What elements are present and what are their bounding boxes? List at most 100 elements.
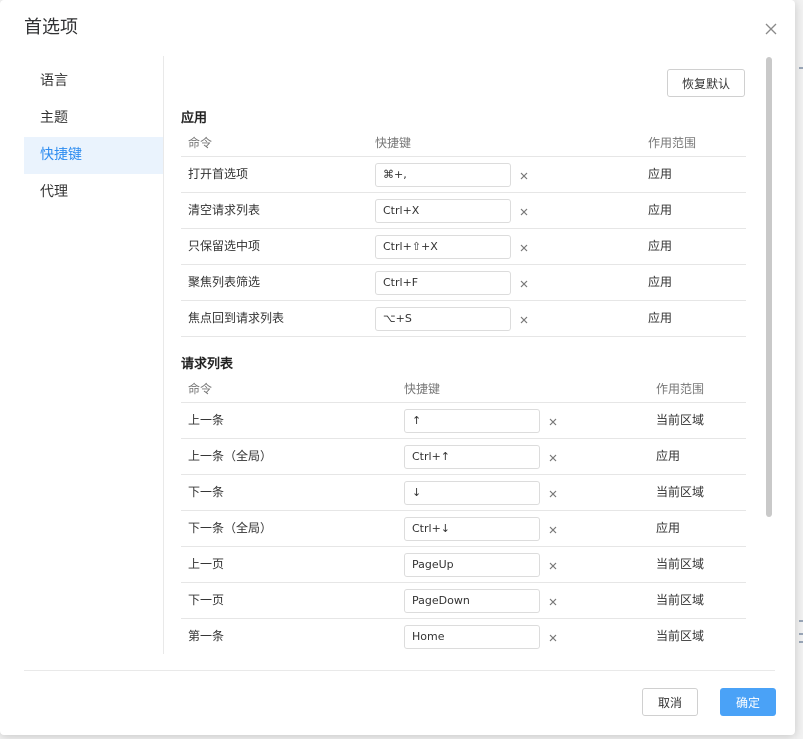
section-title-request-list: 请求列表 xyxy=(181,357,234,372)
scope-cell: 应用 xyxy=(641,156,746,193)
shortcut-input[interactable]: ↓ xyxy=(404,480,540,505)
sidebar-item-theme[interactable]: 主题 xyxy=(24,100,163,137)
sidebar-item-proxy[interactable]: 代理 xyxy=(24,174,163,211)
close-icon xyxy=(520,316,528,323)
shortcut-cell: Ctrl+↓ xyxy=(397,510,649,547)
clear-shortcut-button[interactable] xyxy=(548,560,558,570)
clear-shortcut-button[interactable] xyxy=(548,452,558,462)
shortcut-cell: PageDown xyxy=(397,582,649,619)
shortcut-cell: Ctrl+F xyxy=(368,264,641,301)
shortcut-cell: Ctrl+X xyxy=(368,192,641,229)
table-row: 下一页 PageDown 当前区域 xyxy=(181,582,746,619)
shortcut-cell: Ctrl+⇧+X xyxy=(368,228,641,265)
section-title-app: 应用 xyxy=(181,111,208,126)
table-row: 第一条 Home 当前区域 xyxy=(181,618,746,654)
scope-cell: 当前区域 xyxy=(649,546,746,583)
table-header-row: 命令 快捷键 作用范围 xyxy=(181,128,746,157)
scope-cell: 应用 xyxy=(641,264,746,301)
scope-cell: 应用 xyxy=(641,192,746,229)
column-header-command: 命令 xyxy=(181,128,368,157)
close-icon xyxy=(549,562,557,569)
clear-shortcut-button[interactable] xyxy=(519,170,529,180)
shortcut-input[interactable]: Ctrl+⇧+X xyxy=(375,234,511,259)
sidebar-item-shortcuts[interactable]: 快捷键 xyxy=(24,137,163,174)
clear-shortcut-button[interactable] xyxy=(519,314,529,324)
sidebar-item-language[interactable]: 语言 xyxy=(24,63,163,100)
table-row: 只保留选中项 Ctrl+⇧+X 应用 xyxy=(181,228,746,265)
clear-shortcut-button[interactable] xyxy=(548,596,558,606)
sidebar-item-label: 快捷键 xyxy=(40,147,82,163)
clear-shortcut-button[interactable] xyxy=(519,242,529,252)
reset-defaults-button[interactable]: 恢复默认 xyxy=(667,69,745,97)
footer-divider xyxy=(24,670,775,671)
preferences-dialog: 首选项 语言 主题 快捷键 代理 恢复默认 应用 命令 快捷键 作用范围 打开首… xyxy=(0,0,795,735)
sidebar: 语言 主题 快捷键 代理 xyxy=(24,56,164,654)
command-cell: 上一页 xyxy=(181,546,397,583)
command-cell: 下一页 xyxy=(181,582,397,619)
clear-shortcut-button[interactable] xyxy=(519,278,529,288)
clear-shortcut-button[interactable] xyxy=(548,632,558,642)
shortcut-cell: Ctrl+↑ xyxy=(397,438,649,475)
background-mark xyxy=(799,620,803,622)
shortcut-input[interactable]: ⌥+S xyxy=(375,306,511,331)
command-cell: 上一条 xyxy=(181,402,397,439)
scope-cell: 当前区域 xyxy=(649,402,746,439)
close-icon xyxy=(549,634,557,641)
scope-cell: 当前区域 xyxy=(649,474,746,511)
column-header-shortcut: 快捷键 xyxy=(397,374,649,403)
background-mark xyxy=(799,67,803,69)
shortcuts-panel: 恢复默认 应用 命令 快捷键 作用范围 打开首选项 ⌘+, 应用 清空请求列表 … xyxy=(164,56,764,654)
scope-cell: 应用 xyxy=(649,510,746,547)
table-row: 下一条 ↓ 当前区域 xyxy=(181,474,746,511)
shortcut-table-app: 命令 快捷键 作用范围 打开首选项 ⌘+, 应用 清空请求列表 Ctrl+X 应… xyxy=(181,128,746,337)
column-header-scope: 作用范围 xyxy=(649,374,746,403)
background-mark xyxy=(799,641,803,643)
shortcut-cell: Home xyxy=(397,618,649,654)
command-cell: 清空请求列表 xyxy=(181,192,368,229)
table-row: 上一条 ↑ 当前区域 xyxy=(181,402,746,439)
scope-cell: 当前区域 xyxy=(649,618,746,654)
background-mark xyxy=(799,633,803,635)
table-row: 聚焦列表筛选 Ctrl+F 应用 xyxy=(181,264,746,301)
shortcut-input[interactable]: ⌘+, xyxy=(375,162,511,187)
shortcut-input[interactable]: Ctrl+↓ xyxy=(404,516,540,541)
close-icon xyxy=(765,23,777,35)
column-header-shortcut: 快捷键 xyxy=(368,128,641,157)
command-cell: 下一条（全局） xyxy=(181,510,397,547)
cancel-button[interactable]: 取消 xyxy=(642,688,698,716)
shortcut-input[interactable]: Ctrl+↑ xyxy=(404,444,540,469)
clear-shortcut-button[interactable] xyxy=(548,416,558,426)
close-icon xyxy=(520,172,528,179)
table-row: 下一条（全局） Ctrl+↓ 应用 xyxy=(181,510,746,547)
command-cell: 打开首选项 xyxy=(181,156,368,193)
shortcut-cell: ⌘+, xyxy=(368,156,641,193)
table-row: 清空请求列表 Ctrl+X 应用 xyxy=(181,192,746,229)
table-row: 上一条（全局） Ctrl+↑ 应用 xyxy=(181,438,746,475)
close-button[interactable] xyxy=(760,18,782,40)
table-row: 打开首选项 ⌘+, 应用 xyxy=(181,156,746,193)
shortcut-input[interactable]: Ctrl+X xyxy=(375,198,511,223)
close-icon xyxy=(549,418,557,425)
scrollbar-thumb[interactable] xyxy=(766,57,772,517)
clear-shortcut-button[interactable] xyxy=(548,488,558,498)
shortcut-input[interactable]: ↑ xyxy=(404,408,540,433)
shortcut-cell: PageUp xyxy=(397,546,649,583)
close-icon xyxy=(520,208,528,215)
shortcut-cell: ↓ xyxy=(397,474,649,511)
confirm-button[interactable]: 确定 xyxy=(720,688,776,716)
command-cell: 第一条 xyxy=(181,618,397,654)
close-icon xyxy=(549,454,557,461)
command-cell: 只保留选中项 xyxy=(181,228,368,265)
background-window-edge xyxy=(795,0,803,739)
command-cell: 下一条 xyxy=(181,474,397,511)
command-cell: 焦点回到请求列表 xyxy=(181,300,368,337)
shortcut-input[interactable]: Home xyxy=(404,624,540,649)
shortcut-input[interactable]: PageUp xyxy=(404,552,540,577)
clear-shortcut-button[interactable] xyxy=(519,206,529,216)
clear-shortcut-button[interactable] xyxy=(548,524,558,534)
shortcut-input[interactable]: Ctrl+F xyxy=(375,270,511,295)
sidebar-item-label: 代理 xyxy=(40,184,68,200)
shortcut-input[interactable]: PageDown xyxy=(404,588,540,613)
table-header-row: 命令 快捷键 作用范围 xyxy=(181,374,746,403)
close-icon xyxy=(520,244,528,251)
